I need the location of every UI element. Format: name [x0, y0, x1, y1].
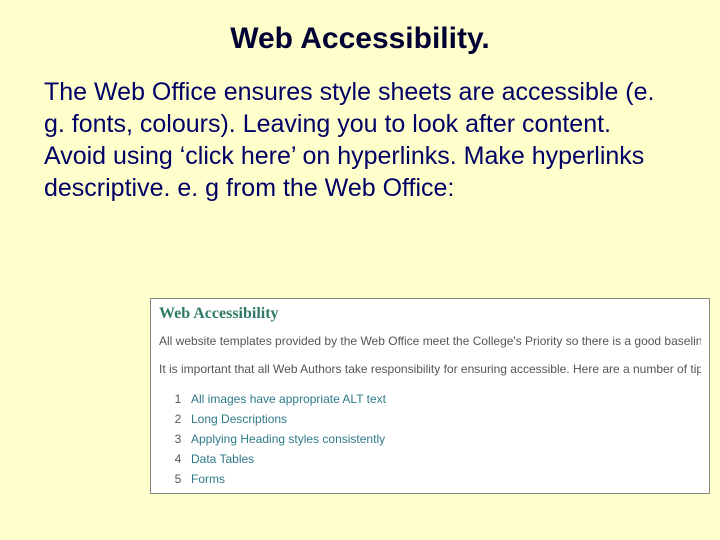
tip-link-alt-text[interactable]: All images have appropriate ALT text — [191, 392, 386, 406]
list-item-number: 2 — [165, 412, 191, 426]
tip-link-long-descriptions[interactable]: Long Descriptions — [191, 412, 287, 426]
body-paragraph-1: The Web Office ensures style sheets are … — [44, 76, 676, 140]
list-item: 1 All images have appropriate ALT text — [165, 389, 701, 409]
web-office-snippet: Web Accessibility All website templates … — [150, 298, 710, 494]
list-item-number: 1 — [165, 392, 191, 406]
list-item: 3 Applying Heading styles consistently — [165, 429, 701, 449]
slide-title: Web Accessibility. — [0, 0, 720, 68]
list-item: 2 Long Descriptions — [165, 409, 701, 429]
snippet-paragraph-2: It is important that all Web Authors tak… — [159, 361, 701, 377]
tip-link-forms[interactable]: Forms — [191, 472, 225, 486]
list-item: 4 Data Tables — [165, 449, 701, 469]
slide-body: The Web Office ensures style sheets are … — [0, 68, 720, 204]
list-item-number: 3 — [165, 432, 191, 446]
list-item: 5 Forms — [165, 469, 701, 489]
tip-link-data-tables[interactable]: Data Tables — [191, 452, 254, 466]
snippet-paragraph-1: All website templates provided by the We… — [159, 333, 701, 349]
tip-link-heading-styles[interactable]: Applying Heading styles consistently — [191, 432, 385, 446]
snippet-heading: Web Accessibility — [159, 305, 701, 323]
list-item-number: 4 — [165, 452, 191, 466]
list-item-number: 5 — [165, 472, 191, 486]
body-paragraph-2: Avoid using ‘click here’ on hyperlinks. … — [44, 140, 676, 204]
snippet-tips-list: 1 All images have appropriate ALT text 2… — [165, 389, 701, 489]
